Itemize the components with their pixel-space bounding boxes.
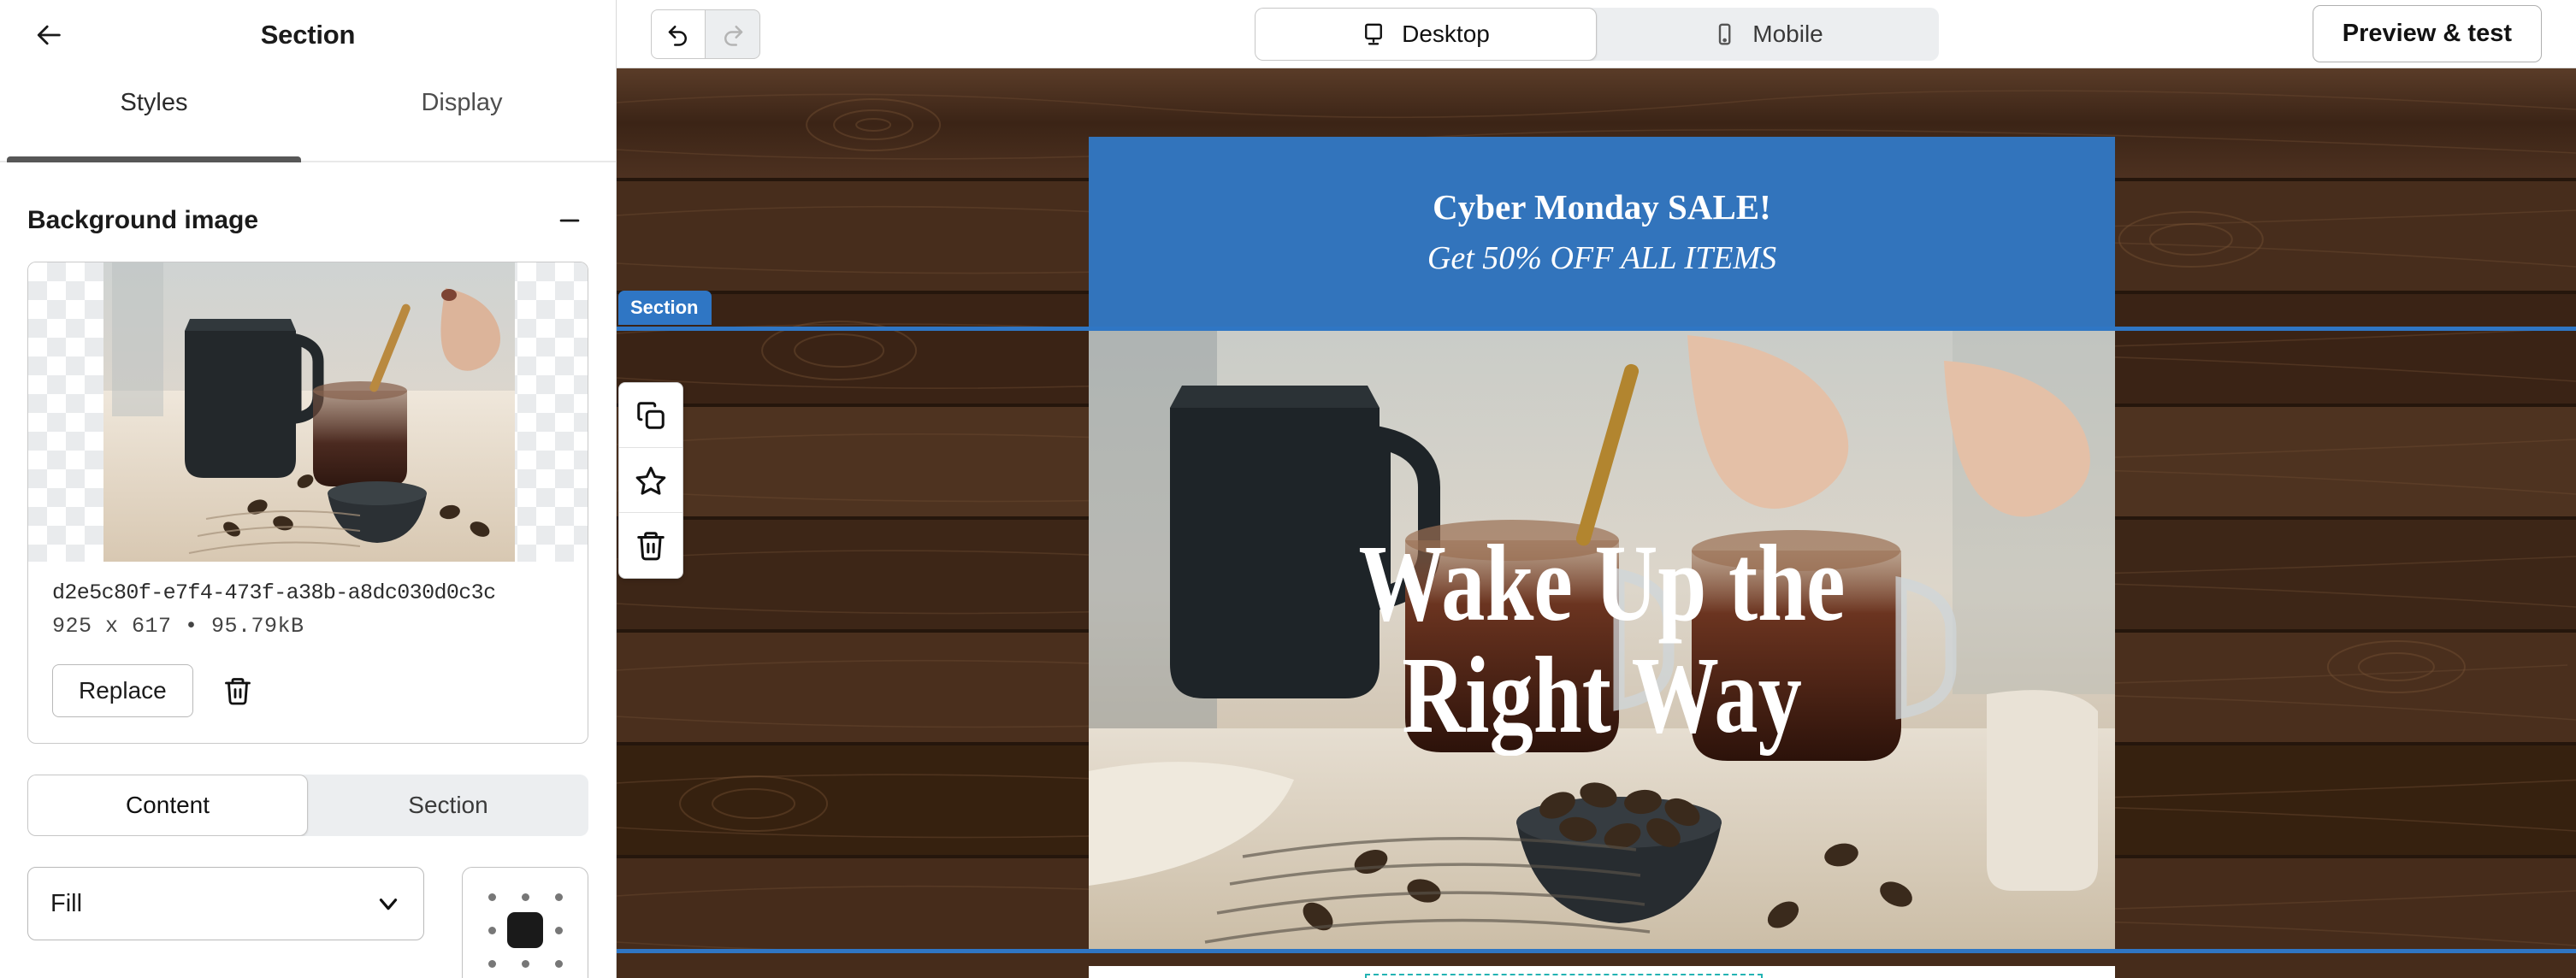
collapse-button[interactable]	[551, 202, 588, 239]
section-selection-badge: Section	[618, 291, 712, 325]
scope-content-button[interactable]: Content	[27, 775, 308, 836]
section-selection-line-top	[617, 327, 2576, 331]
background-size-select[interactable]: Fill	[27, 867, 424, 940]
redo-button	[706, 9, 760, 59]
scope-section-label: Section	[408, 792, 488, 818]
delete-section-button[interactable]	[619, 513, 682, 578]
device-desktop-label: Desktop	[1402, 20, 1490, 47]
undo-icon	[668, 25, 687, 46]
tab-display-label: Display	[421, 89, 503, 116]
replace-button[interactable]: Replace	[52, 664, 193, 717]
section-selection-line-bottom	[617, 949, 2576, 953]
position-cell-middle-right[interactable]	[554, 926, 563, 934]
email-builder-app: Section Styles Display Background image	[0, 0, 2576, 978]
sidebar-tabs: Styles Display	[0, 70, 616, 162]
trash-icon	[637, 532, 665, 561]
back-button[interactable]	[26, 11, 74, 59]
position-cell-bottom-right[interactable]	[554, 959, 563, 968]
position-cell-center[interactable]	[507, 912, 543, 948]
banner-subheadline: Get 50% OFF ALL ITEMS	[1427, 240, 1777, 276]
styles-sidebar: Section Styles Display Background image	[0, 0, 617, 978]
scope-section-button[interactable]: Section	[308, 775, 588, 836]
duplicate-section-button[interactable]	[619, 383, 682, 448]
mobile-icon	[1719, 23, 1731, 44]
tab-styles-label: Styles	[120, 89, 188, 116]
email-canvas[interactable]: Cyber Monday SALE! Get 50% OFF ALL ITEMS	[617, 68, 2576, 978]
hero-heading-line1: Wake Up the	[1358, 522, 1846, 645]
desktop-icon	[1365, 23, 1383, 44]
background-image-header: Background image	[27, 188, 588, 262]
position-cell-bottom-center[interactable]	[521, 959, 529, 968]
device-mobile-button[interactable]: Mobile	[1597, 8, 1939, 61]
editor-pane: Desktop Mobile Preview & test Cyber Mond…	[617, 0, 2576, 978]
chevron-down-icon	[379, 898, 398, 910]
position-cell-top-center[interactable]	[521, 893, 529, 901]
scope-toggle: Content Section	[27, 775, 588, 836]
file-dimensions: 925 x 617 • 95.79kB	[52, 614, 304, 639]
background-image-block: Background image d2e5c80f-e7f4-473f-a38b…	[0, 162, 616, 978]
background-image-card: d2e5c80f-e7f4-473f-a38b-a8dc030d0c3c 925…	[27, 262, 588, 744]
background-size-value: Fill	[50, 889, 83, 917]
star-icon	[635, 466, 666, 495]
tab-styles[interactable]: Styles	[0, 70, 308, 162]
minus-icon	[559, 219, 580, 222]
position-cell-bottom-left[interactable]	[487, 959, 496, 968]
file-name: d2e5c80f-e7f4-473f-a38b-a8dc030d0c3c	[52, 580, 496, 605]
device-desktop-button[interactable]: Desktop	[1254, 7, 1597, 61]
device-mobile-label: Mobile	[1752, 20, 1823, 47]
email-content-column: Cyber Monday SALE! Get 50% OFF ALL ITEMS	[1089, 68, 2115, 978]
editor-toolbar: Desktop Mobile Preview & test	[617, 0, 2576, 68]
background-position-grid[interactable]	[462, 867, 588, 978]
file-metadata: d2e5c80f-e7f4-473f-a38b-a8dc030d0c3c 925…	[28, 562, 588, 645]
promo-banner[interactable]: Cyber Monday SALE! Get 50% OFF ALL ITEMS	[1089, 137, 2115, 327]
favorite-section-button[interactable]	[619, 448, 682, 513]
preview-and-test-button[interactable]: Preview & test	[2312, 5, 2542, 62]
hero-heading: Wake Up the Right Way	[1191, 327, 2012, 952]
arrow-left-icon	[37, 25, 61, 45]
hero-heading-line2: Right Way	[1402, 634, 1802, 756]
position-cell-top-left[interactable]	[487, 893, 496, 901]
trash-icon	[224, 678, 251, 705]
section-toolbar	[618, 382, 683, 579]
image-card-actions: Replace	[28, 645, 588, 743]
duplicate-icon	[637, 401, 665, 429]
redo-icon	[724, 25, 742, 46]
undo-redo-group	[651, 9, 760, 59]
coffee-photo-graphic	[103, 262, 515, 562]
position-cell-top-right[interactable]	[554, 893, 563, 901]
background-size-row: Fill	[27, 867, 588, 978]
sidebar-header: Section	[0, 0, 616, 70]
hero-section[interactable]: Wake Up the Right Way	[1089, 327, 2115, 952]
image-thumbnail[interactable]	[28, 262, 588, 562]
coffee-photo-thumb	[103, 262, 515, 562]
undo-button[interactable]	[651, 9, 706, 59]
tab-display[interactable]: Display	[308, 70, 616, 161]
body-text-block[interactable]: Hey first_namedefault:"coffee lover", we…	[1089, 966, 2115, 978]
position-cell-middle-left[interactable]	[487, 926, 496, 934]
background-image-title: Background image	[27, 206, 259, 234]
device-preview-toggle: Desktop Mobile	[1254, 7, 1939, 61]
page-title: Section	[260, 20, 356, 50]
scope-content-label: Content	[125, 792, 210, 818]
delete-image-button[interactable]	[216, 669, 260, 713]
banner-headline: Cyber Monday SALE!	[1433, 187, 1771, 227]
